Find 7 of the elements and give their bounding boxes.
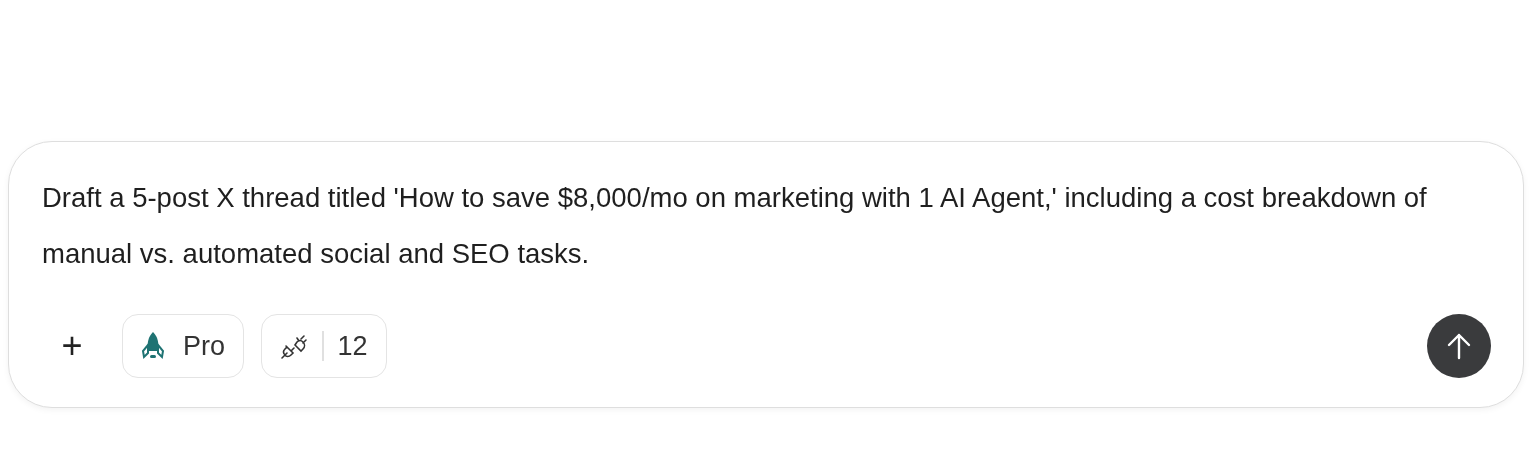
mode-button[interactable]: Pro bbox=[122, 314, 245, 378]
plug-icon bbox=[280, 332, 309, 360]
prompt-text[interactable]: Draft a 5-post X thread titled 'How to save $8,000/mo on marketing with 1 AI Agent,' including a cost breakdown of manual vs. automated social and SEO tasks. bbox=[41, 170, 1491, 282]
tools-button[interactable]: 12 bbox=[261, 314, 387, 378]
rocket-icon bbox=[141, 331, 165, 361]
add-button[interactable]: + bbox=[41, 315, 103, 377]
arrow-up-icon bbox=[1446, 332, 1472, 360]
